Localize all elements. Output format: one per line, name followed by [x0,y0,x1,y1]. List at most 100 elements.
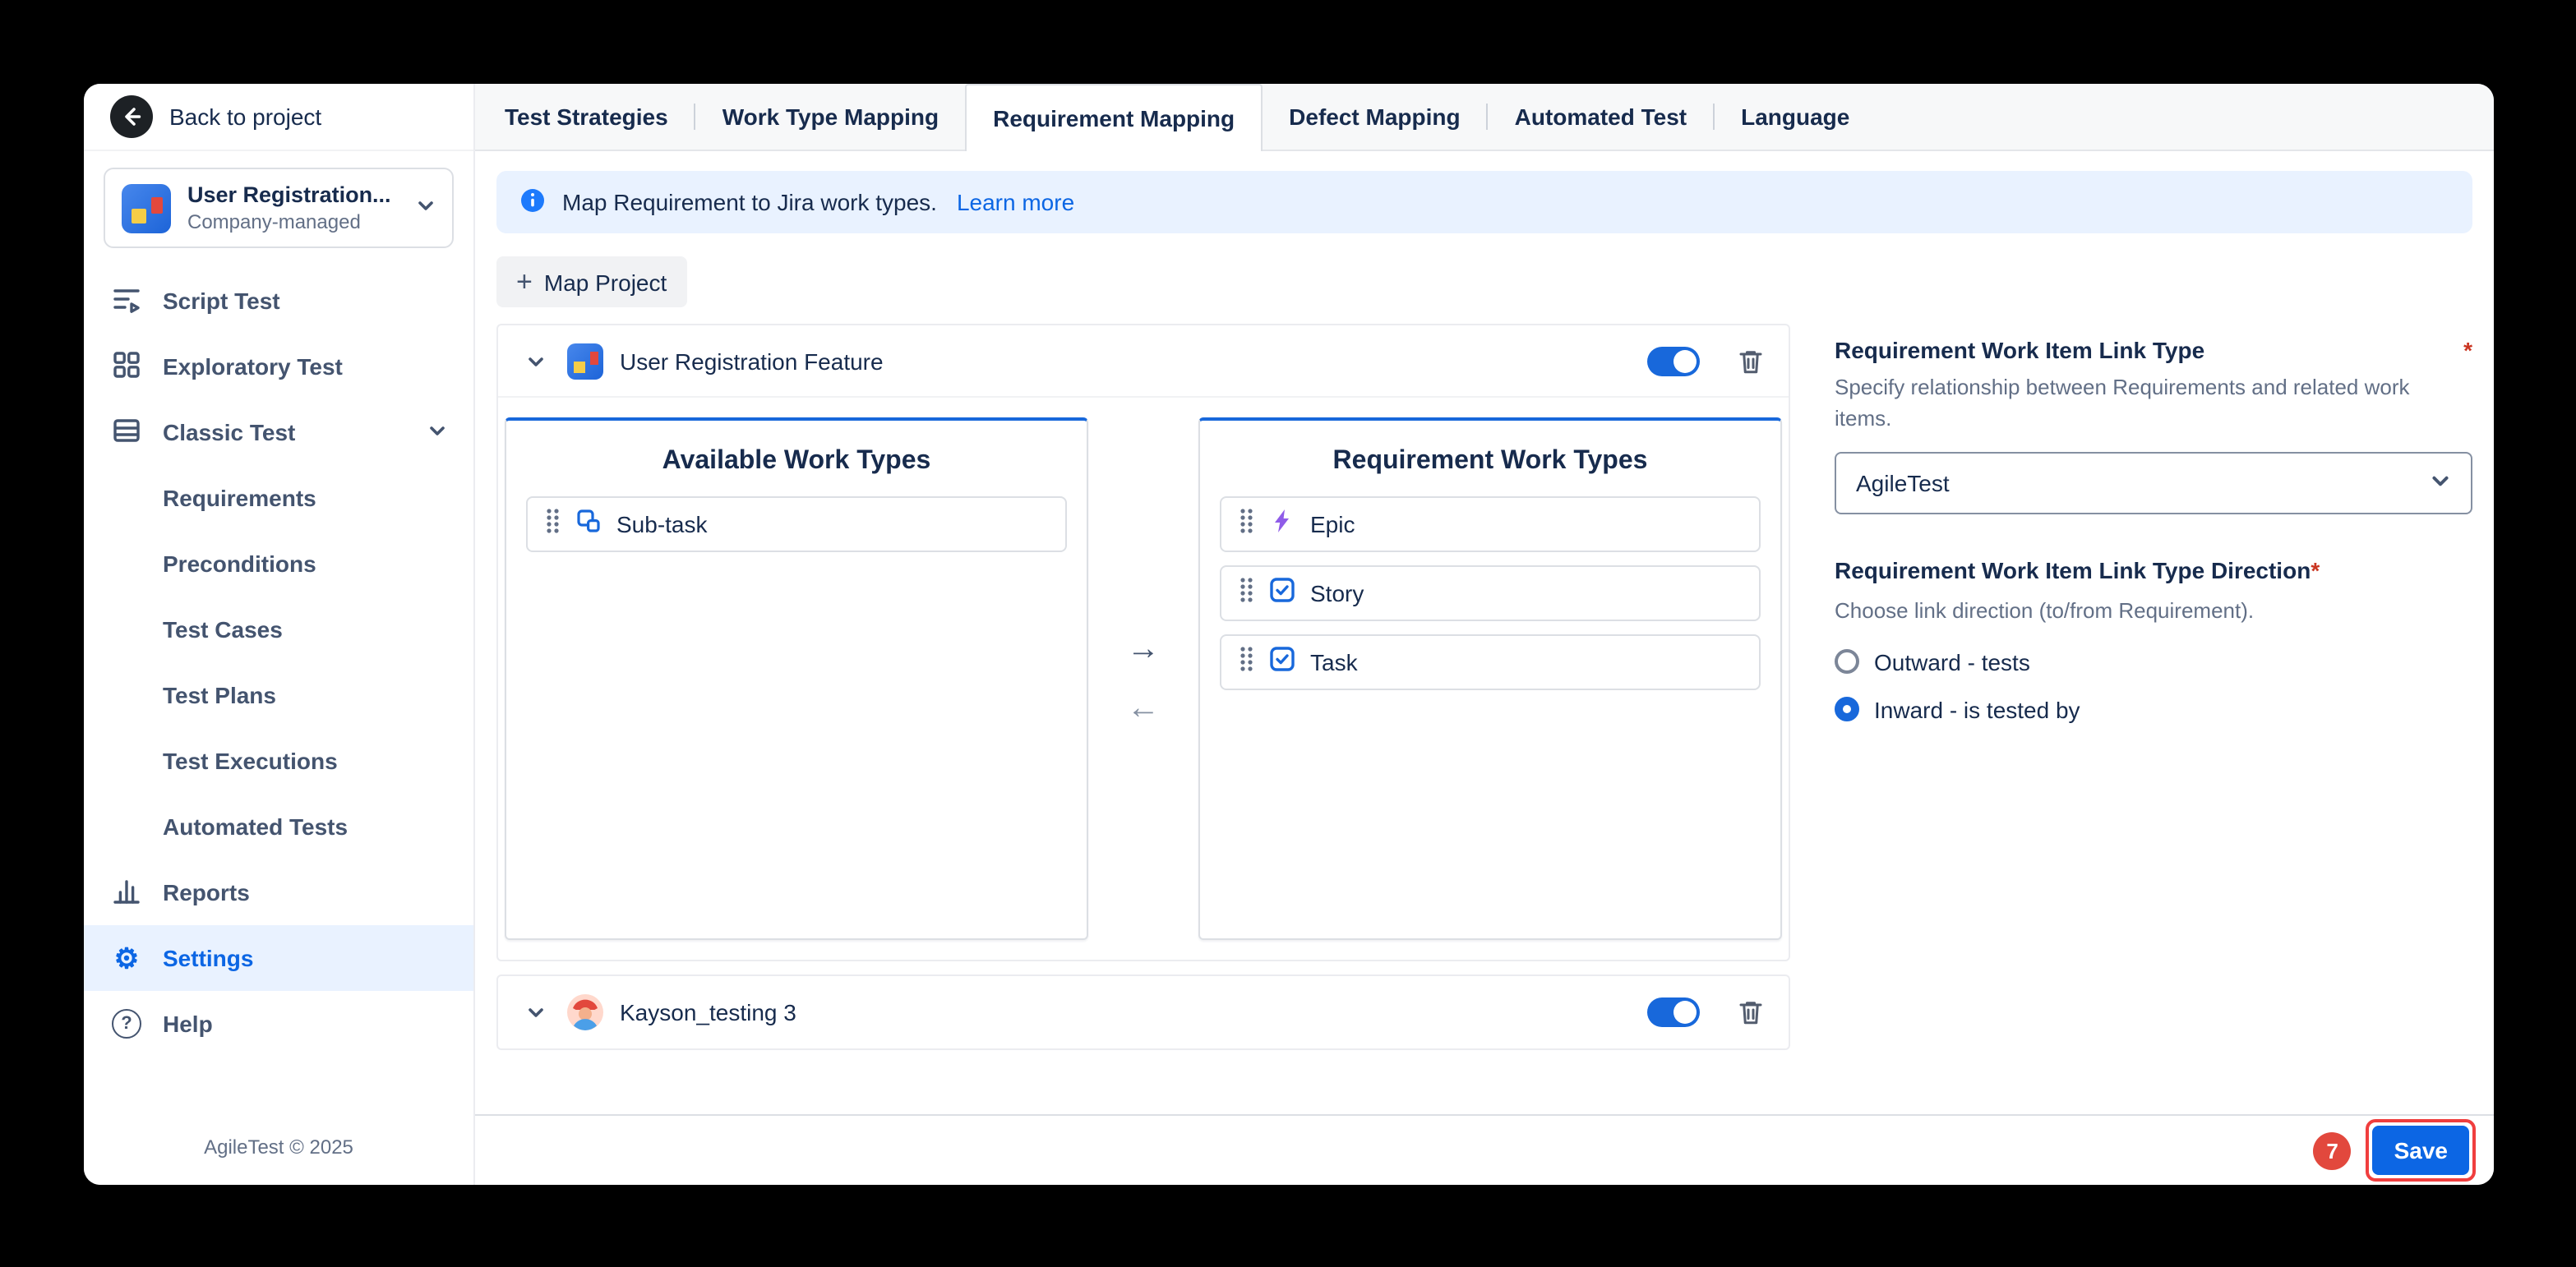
sidebar: Back to project User Registration... Com… [84,84,475,1185]
project-avatar [567,994,603,1030]
banner-message: Map Requirement to Jira work types. [562,189,937,215]
required-asterisk: * [2311,556,2320,583]
back-arrow-icon [110,95,153,138]
script-test-icon [110,282,143,320]
work-type-item-story[interactable]: Story [1220,565,1761,621]
plus-icon: + [516,268,533,296]
chevron-down-icon [416,193,436,223]
back-label: Back to project [169,104,321,130]
table-icon [110,413,143,451]
panel-title: Requirement Work Types [1200,421,1780,496]
sidebar-item-requirements[interactable]: Requirements [84,465,473,531]
project-mapping-section: User Registration Feature [496,324,1790,961]
learn-more-link[interactable]: Learn more [957,189,1074,215]
back-to-project-button[interactable]: Back to project [84,84,473,151]
drag-handle-icon[interactable] [1238,574,1254,612]
mapping-layout: User Registration Feature [496,324,2472,1114]
bar-chart-icon [110,873,143,911]
section-title: User Registration Feature [620,348,884,374]
info-banner: Map Requirement to Jira work types. Lear… [496,171,2472,233]
drag-handle-icon[interactable] [1238,505,1254,543]
info-icon [519,187,546,218]
radio-outward[interactable]: Outward - tests [1835,648,2472,675]
grid-icon [110,348,143,385]
radio-icon-selected [1835,697,1859,721]
annotation-step-badge: 7 [2314,1131,2352,1169]
project-selector[interactable]: User Registration... Company-managed [104,168,454,248]
panel-title: Available Work Types [506,421,1087,496]
available-work-types-panel: Available Work Types Sub-task [505,417,1088,940]
sidebar-item-test-cases[interactable]: Test Cases [84,597,473,662]
settings-tabbar: Test Strategies Work Type Mapping Requir… [475,84,2494,151]
chevron-down-icon [2430,469,2451,495]
sidebar-item-classic-test[interactable]: Classic Test [84,399,473,465]
mapping-column: User Registration Feature [496,324,1790,1114]
move-right-arrow[interactable]: → [1127,633,1160,666]
link-type-settings: Requirement Work Item Link Type * Specif… [1835,324,2472,1114]
sidebar-nav: Script Test Exploratory Test Classic Tes… [84,268,473,1057]
drag-handle-icon[interactable] [1238,643,1254,681]
section-header: User Registration Feature [498,325,1789,398]
radio-inward[interactable]: Inward - is tested by [1835,696,2472,722]
project-type: Company-managed [187,210,399,233]
radio-icon [1835,649,1859,674]
section-title: Kayson_testing 3 [620,999,796,1025]
project-logo-icon [567,343,603,379]
delete-project-icon[interactable] [1736,346,1766,375]
help-icon: ? [112,1009,141,1039]
tab-requirement-mapping[interactable]: Requirement Mapping [965,84,1263,151]
chevron-down-icon [427,419,447,445]
section-header: Kayson_testing 3 [498,976,1789,1048]
sidebar-item-exploratory-test[interactable]: Exploratory Test [84,334,473,399]
sidebar-item-script-test[interactable]: Script Test [84,268,473,334]
direction-label: Requirement Work Item Link Type Directio… [1835,556,2311,583]
sidebar-item-test-executions[interactable]: Test Executions [84,728,473,794]
subtask-icon [575,507,602,541]
sidebar-item-automated-tests[interactable]: Automated Tests [84,794,473,859]
collapse-chevron-icon[interactable] [521,997,551,1027]
transfer-arrows: → ← [1088,417,1198,940]
work-type-item-subtask[interactable]: Sub-task [526,496,1067,552]
project-logo-icon [122,183,171,233]
sidebar-item-test-plans[interactable]: Test Plans [84,662,473,728]
stage: Back to project User Registration... Com… [0,0,2576,1267]
sidebar-item-help[interactable]: ? Help [84,991,473,1057]
sidebar-item-reports[interactable]: Reports [84,859,473,925]
sidebar-item-settings[interactable]: ⚙ Settings [84,925,473,991]
app-window: Back to project User Registration... Com… [84,84,2494,1185]
work-type-item-epic[interactable]: Epic [1220,496,1761,552]
project-name: User Registration... [187,182,399,207]
collapse-chevron-icon[interactable] [521,346,551,375]
save-button[interactable]: Save [2373,1126,2469,1175]
main-area: Test Strategies Work Type Mapping Requir… [475,84,2494,1185]
story-icon [1269,576,1295,610]
sidebar-item-preconditions[interactable]: Preconditions [84,531,473,597]
tab-test-strategies[interactable]: Test Strategies [478,84,695,150]
tab-work-type-mapping[interactable]: Work Type Mapping [696,84,965,150]
move-left-arrow[interactable]: ← [1127,692,1160,725]
gear-icon: ⚙ [110,944,143,972]
work-type-mapping-body: Available Work Types Sub-task [498,398,1789,960]
project-enabled-toggle[interactable] [1647,997,1700,1027]
delete-project-icon[interactable] [1736,997,1766,1027]
requirement-work-types-panel: Requirement Work Types Epic [1198,417,1782,940]
link-type-description: Specify relationship between Requirement… [1835,373,2472,435]
footer-action-bar: 7 Save [475,1114,2494,1185]
required-asterisk: * [2463,337,2472,363]
link-type-selected-value: AgileTest [1856,469,1950,495]
drag-handle-icon[interactable] [544,505,561,543]
content-area: Map Requirement to Jira work types. Lear… [475,151,2494,1114]
direction-description: Choose link direction (to/from Requireme… [1835,596,2472,627]
tab-automated-test[interactable]: Automated Test [1489,84,1714,150]
project-mapping-section-collapsed: Kayson_testing 3 [496,974,1790,1050]
work-type-item-task[interactable]: Task [1220,634,1761,690]
tab-language[interactable]: Language [1715,84,1876,150]
project-enabled-toggle[interactable] [1647,346,1700,375]
tab-defect-mapping[interactable]: Defect Mapping [1263,84,1486,150]
save-annotation-highlight: Save [2366,1119,2476,1182]
link-type-label: Requirement Work Item Link Type [1835,337,2204,363]
map-project-button[interactable]: + Map Project [496,256,686,307]
epic-icon [1269,507,1295,541]
app-copyright: AgileTest © 2025 [84,1113,473,1185]
link-type-select[interactable]: AgileTest [1835,451,2472,514]
